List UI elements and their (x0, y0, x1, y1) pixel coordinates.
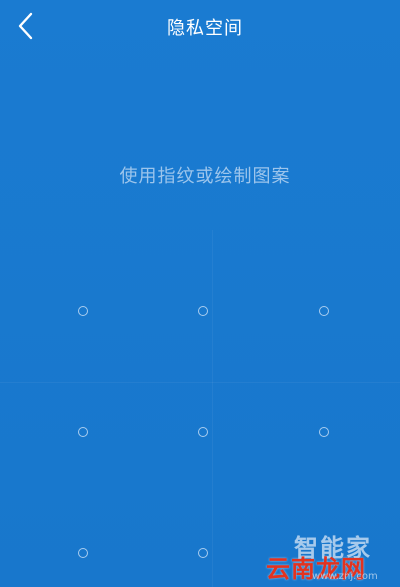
pattern-dot[interactable] (198, 548, 208, 558)
pattern-dot[interactable] (78, 548, 88, 558)
privacy-space-screen: 隐私空间 使用指纹或绘制图案 智能家 云南龙网 www.znj.com (0, 0, 400, 587)
watermark-url: www.znj.com (312, 571, 378, 582)
pattern-dot[interactable] (198, 306, 208, 316)
pattern-dot[interactable] (78, 306, 88, 316)
pattern-dot[interactable] (319, 427, 329, 437)
pattern-dot[interactable] (319, 306, 329, 316)
header-bar: 隐私空间 (0, 0, 400, 54)
grid-divider (0, 382, 400, 383)
pattern-dot[interactable] (198, 427, 208, 437)
pattern-dot[interactable] (78, 427, 88, 437)
unlock-prompt: 使用指纹或绘制图案 (119, 166, 291, 187)
grid-divider (212, 230, 213, 587)
page-title: 隐私空间 (167, 18, 243, 39)
